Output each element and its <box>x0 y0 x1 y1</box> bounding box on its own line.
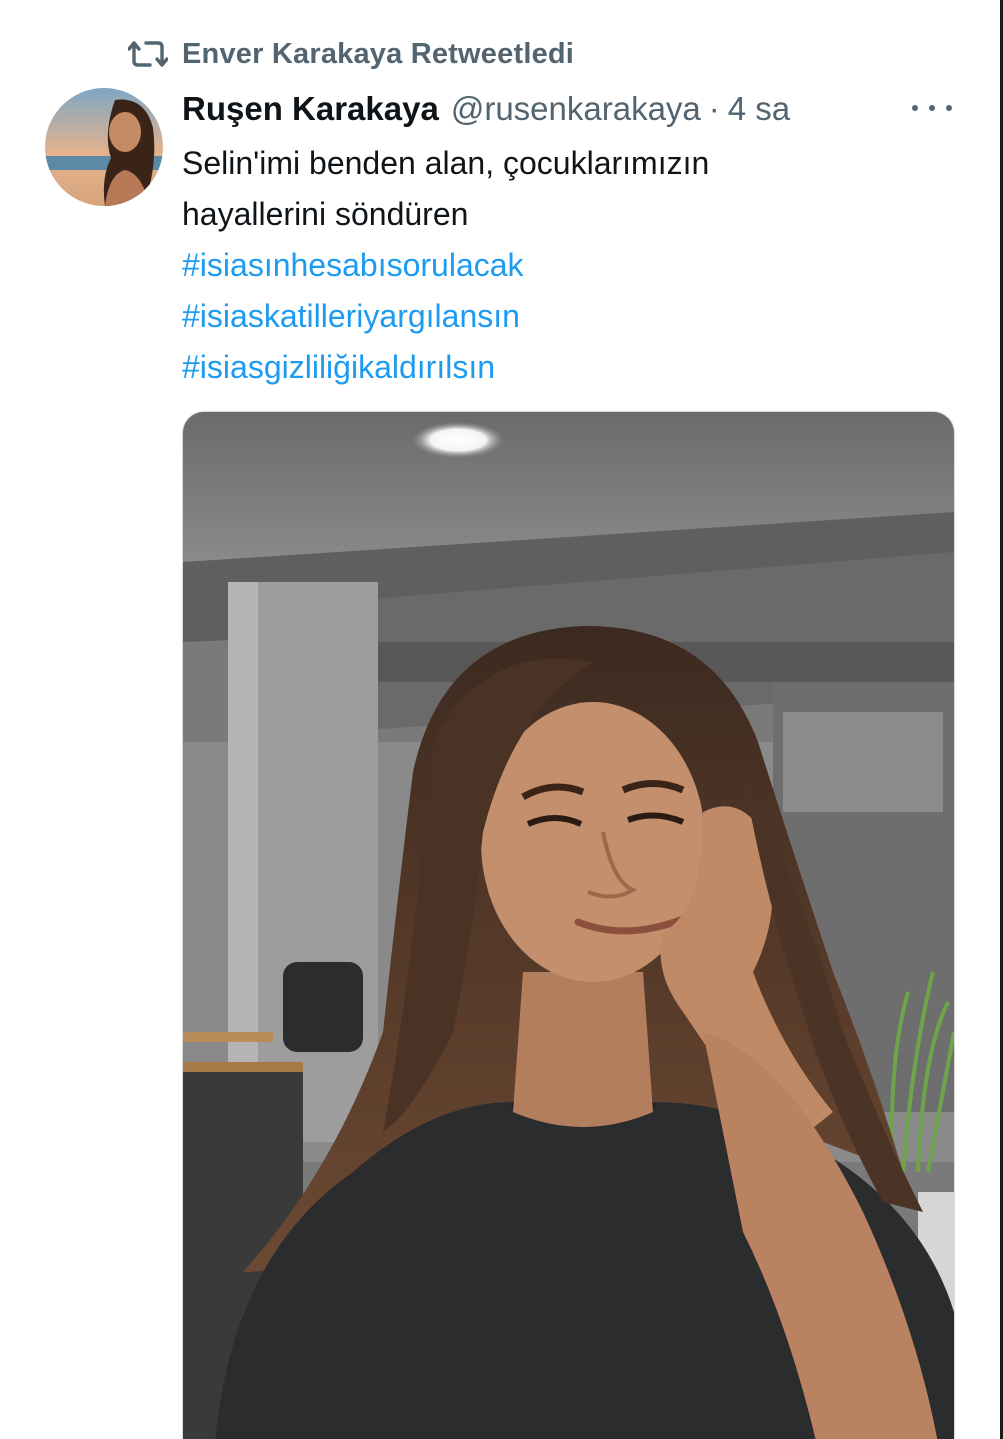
separator-dot: · <box>708 90 720 127</box>
tweet-text-line: Selin'imi benden alan, çocuklarımızın <box>182 145 710 181</box>
more-horizontal-icon[interactable] <box>912 96 952 120</box>
tweet-screenshot: Enver Karakaya Retweetledi Ruşen Karakay… <box>0 0 1003 1439</box>
tweet-text: Selin'imi benden alan, çocuklarımızın ha… <box>182 138 902 393</box>
hashtag-link[interactable]: #isiaskatilleriyargılansın <box>182 291 902 342</box>
hashtag-link[interactable]: #isiasgizliliğikaldırılsın <box>182 342 902 393</box>
retweet-context[interactable]: Enver Karakaya Retweetledi <box>128 34 574 74</box>
tweet-photo[interactable] <box>182 411 955 1439</box>
tweet-header: Ruşen Karakaya @rusenkarakaya · 4 sa <box>182 86 790 132</box>
tweet-text-line: hayallerini söndüren <box>182 196 469 232</box>
author-handle[interactable]: @rusenkarakaya <box>451 90 701 128</box>
retweet-label: Enver Karakaya Retweetledi <box>182 37 575 70</box>
avatar[interactable] <box>45 88 163 206</box>
retweet-icon <box>128 41 168 67</box>
hashtag-link[interactable]: #isiasınhesabısorulacak <box>182 240 902 291</box>
tweet-timestamp[interactable]: 4 sa <box>728 90 790 128</box>
author-display-name[interactable]: Ruşen Karakaya <box>182 90 439 128</box>
